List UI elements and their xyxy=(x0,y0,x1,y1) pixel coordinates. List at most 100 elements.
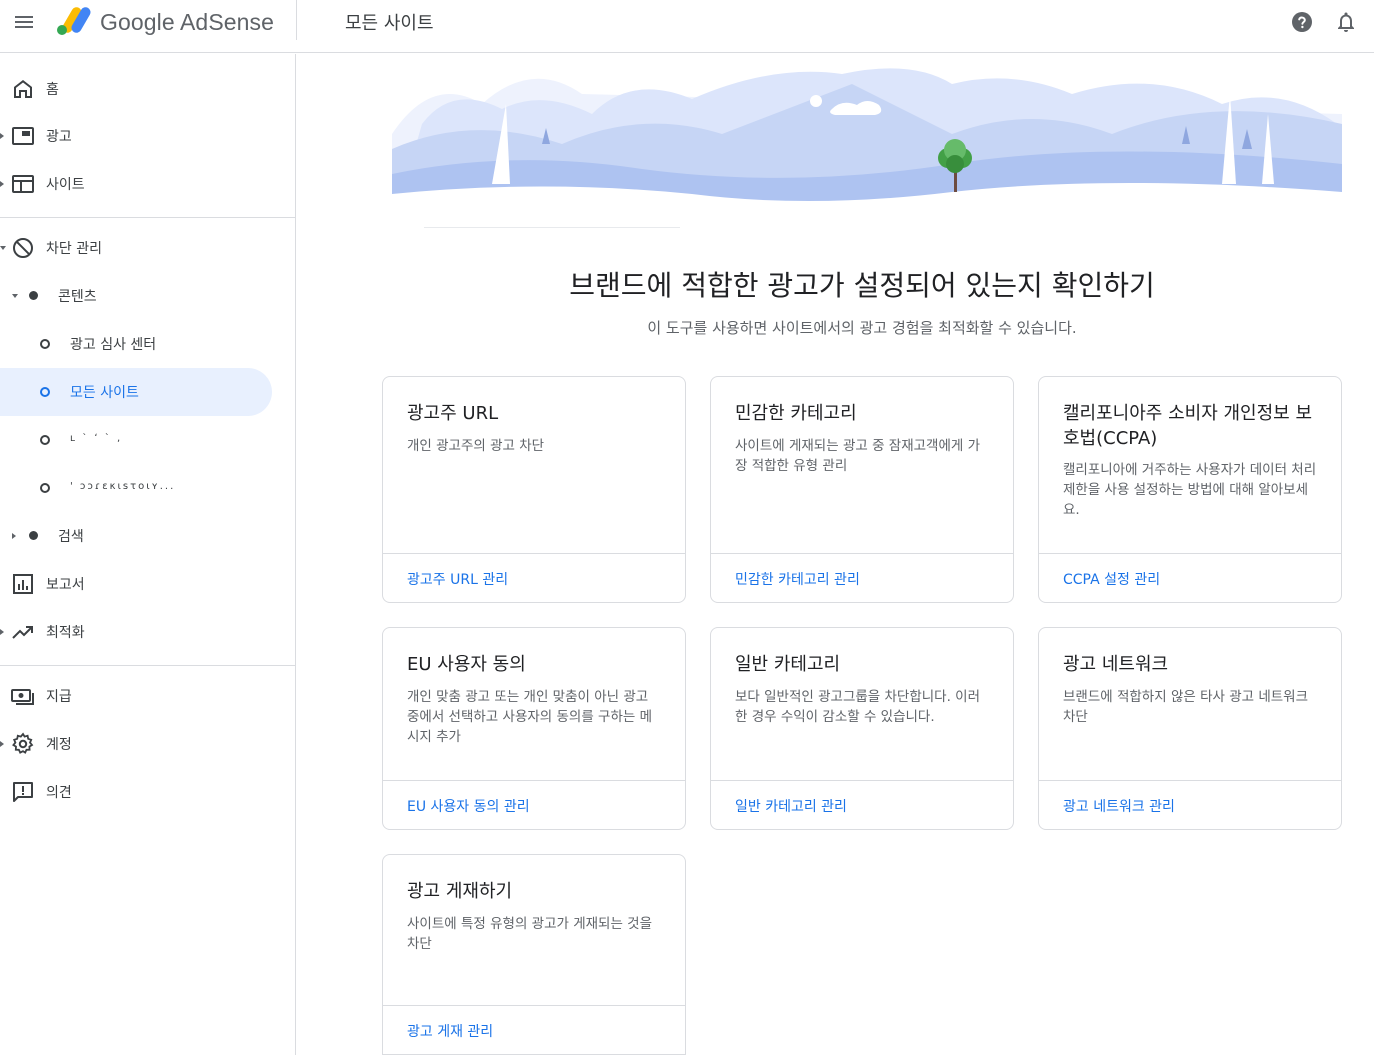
card-advertiser-url: 광고주 URL 개인 광고주의 광고 차단 광고주 URL 관리 xyxy=(382,376,686,603)
sidebar-item-label: 콘텐츠 xyxy=(58,289,97,305)
expand-arrow-icon[interactable] xyxy=(0,741,4,747)
sidebar-item-reports[interactable]: 보고서 xyxy=(0,560,296,608)
sidebar: 홈 광고 사이트 차단 관리 콘텐츠 광고 심사 센터 모든 사이트 ʟ ` ʻ… xyxy=(0,54,296,1055)
sidebar-item-content[interactable]: 콘텐츠 xyxy=(0,272,296,320)
card-ad-serving: 광고 게재하기 사이트에 특정 유형의 광고가 게재되는 것을 차단 광고 게재… xyxy=(382,854,686,1055)
card-title: 민감한 카테고리 xyxy=(735,403,857,424)
card-footer: 민감한 카테고리 관리 xyxy=(711,553,1013,602)
bullet-icon xyxy=(29,291,38,300)
sidebar-item-label: 광고 심사 센터 xyxy=(70,337,157,353)
hero-underline xyxy=(424,227,680,228)
sidebar-item-label: 광고 xyxy=(46,129,72,145)
top-app-bar: Google AdSense 모든 사이트 xyxy=(0,0,1374,53)
sidebar-item-label: 사이트 xyxy=(46,177,85,193)
card-description: 캘리포니아에 거주하는 사용자가 데이터 처리 제한을 사용 설정하는 방법에 … xyxy=(1063,462,1317,518)
sidebar-item-label: 지급 xyxy=(46,689,72,705)
card-footer: 광고 게재 관리 xyxy=(383,1005,685,1054)
bullet-ring-icon xyxy=(40,339,50,349)
card-title: 일반 카테고리 xyxy=(735,654,841,675)
card-footer: 광고 네트워크 관리 xyxy=(1039,780,1341,829)
card-sensitive-categories: 민감한 카테고리 사이트에 게재되는 광고 중 잠재고객에게 가장 적합한 유형… xyxy=(710,376,1014,603)
expand-arrow-icon[interactable] xyxy=(0,133,4,139)
manage-advertiser-url-link[interactable]: 광고주 URL 관리 xyxy=(407,569,508,589)
adsense-logo-icon xyxy=(57,7,91,35)
ad-unit-icon xyxy=(12,127,34,145)
sidebar-item-sites[interactable]: 사이트 xyxy=(0,160,296,208)
sidebar-item-ads[interactable]: 광고 xyxy=(0,112,296,160)
sidebar-item-label: 최적화 xyxy=(46,625,85,641)
feedback-icon xyxy=(13,782,33,802)
sidebar-item-label: 모든 사이트 xyxy=(70,385,139,401)
sidebar-item-label: 홈 xyxy=(46,82,59,98)
manage-ccpa-link[interactable]: CCPA 설정 관리 xyxy=(1063,569,1160,589)
card-title: EU 사용자 동의 xyxy=(407,654,526,675)
menu-icon[interactable] xyxy=(12,10,36,34)
sidebar-divider xyxy=(0,665,296,666)
sidebar-item-label: 보고서 xyxy=(46,577,85,593)
gear-icon xyxy=(12,732,34,754)
bullet-ring-icon xyxy=(40,483,50,493)
sidebar-item-home[interactable]: 홈 xyxy=(0,65,296,113)
sidebar-item-account[interactable]: 계정 xyxy=(0,720,296,768)
card-ad-networks: 광고 네트워크 브랜드에 적합하지 않은 타사 광고 네트워크 차단 광고 네트… xyxy=(1038,627,1342,830)
manage-general-categories-link[interactable]: 일반 카테고리 관리 xyxy=(735,796,847,816)
sidebar-divider xyxy=(0,217,296,218)
collapse-arrow-icon[interactable] xyxy=(0,246,6,250)
card-title: 광고 네트워크 xyxy=(1063,654,1169,675)
sidebar-item-feedback[interactable]: 의견 xyxy=(0,768,296,816)
bullet-ring-icon xyxy=(40,435,50,445)
sidebar-item-site-1[interactable]: ʟ ` ʻ ` , xyxy=(0,416,296,464)
manage-eu-consent-link[interactable]: EU 사용자 동의 관리 xyxy=(407,796,530,816)
card-footer: 일반 카테고리 관리 xyxy=(711,780,1013,829)
notifications-icon[interactable] xyxy=(1334,10,1358,34)
sidebar-item-label: 의견 xyxy=(46,785,72,801)
card-title: 캘리포니아주 소비자 개인정보 보호법(CCPA) xyxy=(1063,403,1313,449)
card-footer: EU 사용자 동의 관리 xyxy=(383,780,685,829)
collapse-arrow-icon[interactable] xyxy=(12,294,18,298)
expand-arrow-icon[interactable] xyxy=(0,629,4,635)
sidebar-item-label: 차단 관리 xyxy=(46,241,102,257)
sidebar-item-blocking-controls[interactable]: 차단 관리 xyxy=(0,224,296,272)
home-icon xyxy=(14,80,32,98)
trending-up-icon xyxy=(12,626,33,639)
web-icon xyxy=(12,175,34,193)
sidebar-item-label: ' ɔɔɾɛκιsτοιʏ... xyxy=(70,481,176,492)
expand-arrow-icon[interactable] xyxy=(12,533,16,539)
card-general-categories: 일반 카테고리 보다 일반적인 광고그룹을 차단합니다. 이러한 경우 수익이 … xyxy=(710,627,1014,830)
sidebar-item-ad-review-center[interactable]: 광고 심사 센터 xyxy=(0,320,296,368)
hero-illustration xyxy=(392,68,1342,229)
sidebar-item-all-sites[interactable]: 모든 사이트 xyxy=(0,368,296,416)
manage-sensitive-categories-link[interactable]: 민감한 카테고리 관리 xyxy=(735,569,860,589)
bar-chart-icon xyxy=(13,574,33,594)
card-description: 사이트에 게재되는 광고 중 잠재고객에게 가장 적합한 유형 관리 xyxy=(735,438,981,474)
card-description: 개인 맞춤 광고 또는 개인 맞춤이 아닌 광고 중에서 선택하고 사용자의 동… xyxy=(407,689,653,745)
sidebar-item-optimization[interactable]: 최적화 xyxy=(0,608,296,656)
page-title: 모든 사이트 xyxy=(345,13,434,34)
block-icon xyxy=(13,238,33,258)
sidebar-item-payments[interactable]: 지급 xyxy=(0,672,296,720)
header-divider xyxy=(296,0,297,40)
card-ccpa: 캘리포니아주 소비자 개인정보 보호법(CCPA) 캘리포니아에 거주하는 사용… xyxy=(1038,376,1342,603)
card-description: 브랜드에 적합하지 않은 타사 광고 네트워크 차단 xyxy=(1063,689,1309,725)
card-description: 사이트에 특정 유형의 광고가 게재되는 것을 차단 xyxy=(407,916,653,952)
main-headline: 브랜드에 적합한 광고가 설정되어 있는지 확인하기 xyxy=(569,269,1155,302)
manage-ad-serving-link[interactable]: 광고 게재 관리 xyxy=(407,1021,493,1041)
sidebar-item-label: 계정 xyxy=(46,737,72,753)
sidebar-item-site-2[interactable]: ' ɔɔɾɛκιsτοιʏ... xyxy=(0,464,296,512)
card-eu-user-consent: EU 사용자 동의 개인 맞춤 광고 또는 개인 맞춤이 아닌 광고 중에서 선… xyxy=(382,627,686,830)
card-title: 광고주 URL xyxy=(407,403,499,424)
card-description: 개인 광고주의 광고 차단 xyxy=(407,438,545,454)
sidebar-item-search[interactable]: 검색 xyxy=(0,512,296,560)
card-footer: 광고주 URL 관리 xyxy=(383,553,685,602)
payments-icon xyxy=(11,689,34,705)
manage-ad-networks-link[interactable]: 광고 네트워크 관리 xyxy=(1063,796,1175,816)
main-subline: 이 도구를 사용하면 사이트에서의 광고 경험을 최적화할 수 있습니다. xyxy=(647,319,1077,337)
bullet-ring-icon xyxy=(40,387,50,397)
sidebar-item-label: ʟ ` ʻ ` , xyxy=(70,433,123,444)
expand-arrow-icon[interactable] xyxy=(0,181,4,187)
help-icon[interactable] xyxy=(1290,10,1314,34)
card-description: 보다 일반적인 광고그룹을 차단합니다. 이러한 경우 수익이 감소할 수 있습… xyxy=(735,689,981,725)
card-footer: CCPA 설정 관리 xyxy=(1039,553,1341,602)
card-title: 광고 게재하기 xyxy=(407,881,513,902)
brand-name[interactable]: Google AdSense xyxy=(100,9,274,36)
